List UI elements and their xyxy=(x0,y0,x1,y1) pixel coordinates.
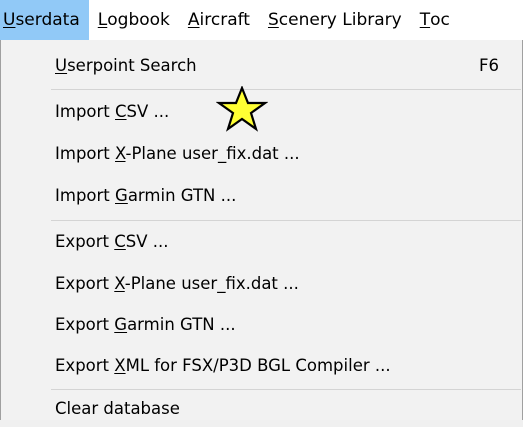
menu-item-export-xml-bgl[interactable]: Export XML for FSX/P3D BGL Compiler ... xyxy=(1,346,522,384)
menu-bar: Userdata Logbook Aircraft Scenery Librar… xyxy=(0,0,523,40)
menu-item-label: Clear database xyxy=(55,398,180,418)
menu-item-label: Export XML for FSX/P3D BGL Compiler ... xyxy=(55,355,391,375)
menu-userdata-label: serdata xyxy=(15,10,80,30)
menu-tools-mnemonic: T xyxy=(419,10,431,30)
menu-tools[interactable]: Toc xyxy=(411,0,459,40)
menu-scenery-library-mnemonic: S xyxy=(267,10,279,30)
menu-scenery-library-label: cenery Library xyxy=(278,10,402,30)
menu-scenery-library[interactable]: Scenery Library xyxy=(259,0,411,40)
menu-item-label: Export CSV ... xyxy=(55,231,169,251)
menu-logbook[interactable]: Logbook xyxy=(89,0,179,40)
menu-item-userpoint-search[interactable]: Userpoint Search F6 xyxy=(1,46,522,84)
menu-item-label: Import CSV ... xyxy=(55,101,170,121)
menu-separator xyxy=(51,89,521,90)
star-icon xyxy=(216,86,268,132)
menu-userdata[interactable]: Userdata xyxy=(0,0,89,40)
menu-item-import-xplane-user-fix[interactable]: Import X-Plane user_fix.dat ... xyxy=(1,134,522,172)
menu-logbook-label: ogbook xyxy=(107,10,170,30)
menu-item-label: Export X-Plane user_fix.dat ... xyxy=(55,273,299,293)
shortcut-label: F6 xyxy=(479,55,499,75)
menu-separator xyxy=(51,220,521,221)
menu-item-export-csv[interactable]: Export CSV ... xyxy=(1,222,522,260)
menu-item-label: Import X-Plane user_fix.dat ... xyxy=(55,143,300,163)
menu-item-export-xplane-user-fix[interactable]: Export X-Plane user_fix.dat ... xyxy=(1,264,522,302)
menu-logbook-mnemonic: L xyxy=(97,10,108,30)
menu-item-export-garmin-gtn[interactable]: Export Garmin GTN ... xyxy=(1,305,522,343)
menu-item-clear-database[interactable]: Clear database xyxy=(1,389,522,427)
menu-aircraft[interactable]: Aircraft xyxy=(179,0,259,40)
menu-item-import-garmin-gtn[interactable]: Import Garmin GTN ... xyxy=(1,176,522,214)
menu-aircraft-mnemonic: A xyxy=(187,10,200,30)
menu-item-label: Userpoint Search xyxy=(55,55,197,75)
menu-item-label: Import Garmin GTN ... xyxy=(55,185,237,205)
menu-aircraft-label: ircraft xyxy=(199,10,250,30)
menu-userdata-mnemonic: U xyxy=(3,10,16,30)
menu-tools-label: oc xyxy=(430,10,450,30)
menu-item-label: Export Garmin GTN ... xyxy=(55,314,236,334)
